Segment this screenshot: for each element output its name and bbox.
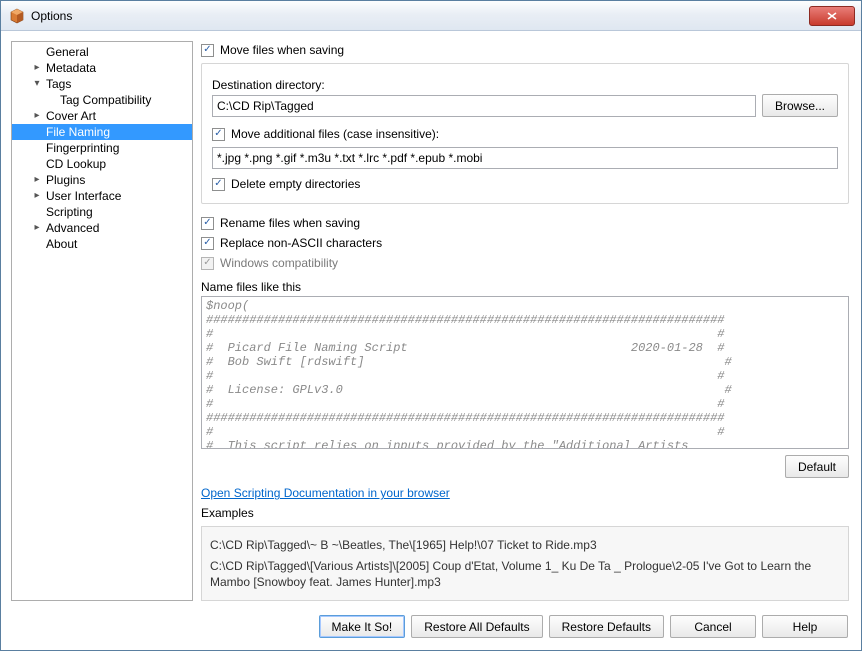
tree-item-user-interface[interactable]: ▸User Interface bbox=[12, 188, 192, 204]
move-files-group: Destination directory: Browse... ✓ Move … bbox=[201, 63, 849, 204]
close-button[interactable] bbox=[809, 6, 855, 26]
destination-input[interactable] bbox=[212, 95, 756, 117]
example-line: C:\CD Rip\Tagged\~ B ~\Beatles, The\[196… bbox=[210, 537, 840, 553]
scripting-docs-link[interactable]: Open Scripting Documentation in your bro… bbox=[201, 486, 849, 500]
tree-toggle-icon[interactable]: ▸ bbox=[30, 188, 44, 204]
name-files-label: Name files like this bbox=[201, 280, 849, 294]
delete-empty-label[interactable]: Delete empty directories bbox=[231, 177, 360, 191]
move-additional-label[interactable]: Move additional files (case insensitive)… bbox=[231, 127, 439, 141]
tree-item-advanced[interactable]: ▸Advanced bbox=[12, 220, 192, 236]
tree-toggle-icon[interactable]: ▸ bbox=[30, 108, 44, 124]
tree-item-label: Fingerprinting bbox=[44, 140, 121, 156]
tree-item-fingerprinting[interactable]: Fingerprinting bbox=[12, 140, 192, 156]
tree-item-file-naming[interactable]: File Naming bbox=[12, 124, 192, 140]
windows-compat-label: Windows compatibility bbox=[220, 256, 338, 270]
tree-item-metadata[interactable]: ▸Metadata bbox=[12, 60, 192, 76]
additional-patterns-input[interactable] bbox=[212, 147, 838, 169]
move-additional-checkbox[interactable]: ✓ bbox=[212, 128, 225, 141]
dialog-footer: Make It So! Restore All Defaults Restore… bbox=[1, 607, 861, 650]
example-line: C:\CD Rip\Tagged\[Various Artists]\[2005… bbox=[210, 558, 840, 590]
cancel-button[interactable]: Cancel bbox=[670, 615, 756, 638]
destination-label: Destination directory: bbox=[212, 78, 838, 92]
tree-item-label: CD Lookup bbox=[44, 156, 108, 172]
tree-item-plugins[interactable]: ▸Plugins bbox=[12, 172, 192, 188]
tree-item-tag-compatibility[interactable]: Tag Compatibility bbox=[12, 92, 192, 108]
tree-item-label: Scripting bbox=[44, 204, 95, 220]
tree-item-label: Metadata bbox=[44, 60, 98, 76]
rename-files-label[interactable]: Rename files when saving bbox=[220, 216, 360, 230]
window-title: Options bbox=[31, 9, 809, 23]
browse-button[interactable]: Browse... bbox=[762, 94, 838, 117]
replace-nonascii-label[interactable]: Replace non-ASCII characters bbox=[220, 236, 382, 250]
tree-item-label: User Interface bbox=[44, 188, 123, 204]
tree-item-label: Tag Compatibility bbox=[58, 92, 153, 108]
tree-item-cover-art[interactable]: ▸Cover Art bbox=[12, 108, 192, 124]
rename-files-checkbox[interactable]: ✓ bbox=[201, 217, 214, 230]
tree-toggle-icon[interactable]: ▸ bbox=[30, 60, 44, 76]
make-it-so-button[interactable]: Make It So! bbox=[319, 615, 406, 638]
windows-compat-checkbox: ✓ bbox=[201, 257, 214, 270]
tree-item-cd-lookup[interactable]: CD Lookup bbox=[12, 156, 192, 172]
tree-item-about[interactable]: About bbox=[12, 236, 192, 252]
tree-item-scripting[interactable]: Scripting bbox=[12, 204, 192, 220]
content-area: General▸Metadata▾TagsTag Compatibility▸C… bbox=[1, 31, 861, 607]
tree-item-label: About bbox=[44, 236, 79, 252]
options-window: Options General▸Metadata▾TagsTag Compati… bbox=[0, 0, 862, 651]
default-button[interactable]: Default bbox=[785, 455, 849, 478]
tree-item-label: File Naming bbox=[44, 124, 112, 140]
help-button[interactable]: Help bbox=[762, 615, 848, 638]
nav-tree[interactable]: General▸Metadata▾TagsTag Compatibility▸C… bbox=[11, 41, 193, 601]
tree-toggle-icon[interactable]: ▸ bbox=[30, 172, 44, 188]
examples-box: C:\CD Rip\Tagged\~ B ~\Beatles, The\[196… bbox=[201, 526, 849, 601]
restore-all-defaults-button[interactable]: Restore All Defaults bbox=[411, 615, 542, 638]
tree-item-label: Advanced bbox=[44, 220, 101, 236]
restore-defaults-button[interactable]: Restore Defaults bbox=[549, 615, 664, 638]
naming-script-textarea[interactable] bbox=[201, 296, 849, 449]
replace-nonascii-checkbox[interactable]: ✓ bbox=[201, 237, 214, 250]
tree-item-label: Tags bbox=[44, 76, 73, 92]
tree-item-tags[interactable]: ▾Tags bbox=[12, 76, 192, 92]
move-files-checkbox[interactable]: ✓ bbox=[201, 44, 214, 57]
main-panel: ✓ Move files when saving Destination dir… bbox=[201, 41, 851, 601]
tree-item-general[interactable]: General bbox=[12, 44, 192, 60]
delete-empty-checkbox[interactable]: ✓ bbox=[212, 178, 225, 191]
move-files-label[interactable]: Move files when saving bbox=[220, 43, 344, 57]
app-icon bbox=[9, 8, 25, 24]
tree-toggle-icon[interactable]: ▸ bbox=[30, 220, 44, 236]
tree-item-label: Cover Art bbox=[44, 108, 98, 124]
examples-label: Examples bbox=[201, 506, 849, 520]
tree-toggle-icon[interactable]: ▾ bbox=[30, 76, 44, 92]
tree-item-label: General bbox=[44, 44, 91, 60]
titlebar: Options bbox=[1, 1, 861, 31]
tree-item-label: Plugins bbox=[44, 172, 87, 188]
